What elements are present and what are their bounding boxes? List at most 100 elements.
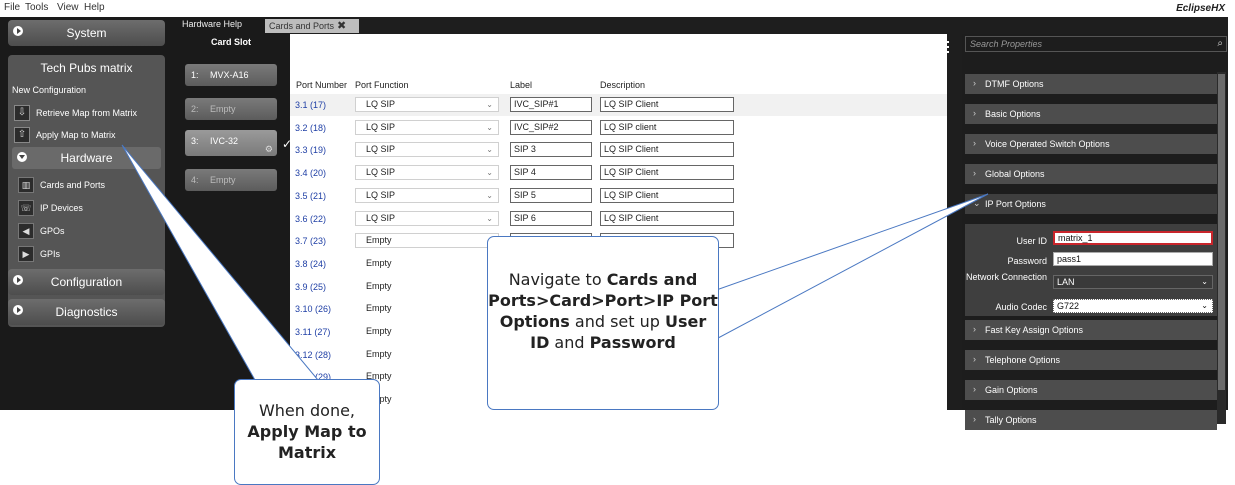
description-field[interactable]: LQ SIP Client	[600, 142, 734, 158]
table-row[interactable]: 3.6 (22) LQ SIP ⌄ SIP 6 LQ SIP Client	[290, 208, 947, 230]
tab-hardware-help[interactable]: Hardware Help	[182, 19, 242, 29]
table-row[interactable]: 3.5 (21) LQ SIP ⌄ SIP 5 LQ SIP Client	[290, 185, 947, 207]
table-row[interactable]: 3.1 (17) LQ SIP ⌄ IVC_SIP#1 LQ SIP Client	[290, 94, 947, 116]
property-group-ip-port-options[interactable]: ⌄ IP Port Options	[965, 194, 1217, 214]
port-number[interactable]: 3.12 (28)	[295, 350, 331, 360]
slot-card: MVX-A16	[210, 70, 249, 80]
property-group-fast-key-assign-options[interactable]: › Fast Key Assign Options	[965, 320, 1217, 340]
slot-card: Empty	[210, 175, 236, 185]
port-function-select[interactable]: Empty	[355, 256, 499, 271]
card-slot-2[interactable]: 2: Empty	[185, 98, 277, 120]
port-function-select[interactable]: Empty	[355, 347, 499, 362]
scroll-thumb[interactable]	[1218, 74, 1225, 390]
port-number[interactable]: 3.10 (26)	[295, 304, 331, 314]
search-icon[interactable]: ⌕	[1217, 37, 1223, 51]
property-group-label: Voice Operated Switch Options	[985, 139, 1110, 149]
property-group-label: IP Port Options	[985, 199, 1046, 209]
port-number[interactable]: 3.1 (17)	[295, 100, 326, 110]
hardware-section-header[interactable]: Hardware	[12, 147, 161, 169]
port-function-select[interactable]: Empty	[355, 324, 499, 339]
gpo-icon: ◀	[18, 223, 34, 239]
table-row[interactable]: 3.3 (19) LQ SIP ⌄ SIP 3 LQ SIP Client	[290, 139, 947, 161]
tab-cards-and-ports[interactable]: Cards and Ports ✖	[265, 19, 359, 33]
configuration-section-header[interactable]: Configuration	[8, 269, 165, 295]
menu-file[interactable]: File	[4, 2, 20, 13]
port-number[interactable]: 3.3 (19)	[295, 145, 326, 155]
property-group-dtmf-options[interactable]: › DTMF Options	[965, 74, 1217, 94]
label-field[interactable]: SIP 3	[510, 142, 592, 158]
property-group-global-options[interactable]: › Global Options	[965, 164, 1217, 184]
port-function-select[interactable]: Empty	[355, 301, 499, 316]
description-field[interactable]: LQ SIP Client	[600, 165, 734, 181]
menu-help[interactable]: Help	[84, 2, 105, 13]
port-function-value: LQ SIP	[366, 121, 396, 132]
menu-view[interactable]: View	[57, 2, 79, 13]
port-function-select[interactable]: LQ SIP ⌄	[355, 187, 499, 203]
property-group-gain-options[interactable]: › Gain Options	[965, 380, 1217, 400]
property-group-tally-options[interactable]: › Tally Options	[965, 410, 1217, 430]
description-field[interactable]: LQ SIP Client	[600, 210, 734, 226]
chevron-down-icon: ⌄	[486, 100, 493, 109]
port-function-select[interactable]: LQ SIP ⌄	[355, 142, 499, 158]
port-function-select[interactable]: LQ SIP ⌄	[355, 210, 499, 226]
callout-text: Apply Map to Matrix	[247, 422, 367, 462]
network-value: LAN	[1057, 277, 1075, 287]
chevron-down-icon: ⌄	[1201, 301, 1208, 310]
port-function-value: Empty	[366, 235, 392, 246]
properties-scrollbar[interactable]	[1217, 72, 1226, 424]
new-configuration-label[interactable]: New Configuration	[12, 85, 86, 95]
property-group-basic-options[interactable]: › Basic Options	[965, 104, 1217, 124]
diagnostics-label: Diagnostics	[55, 305, 118, 319]
chevron-right-icon: ›	[973, 384, 976, 394]
description-field[interactable]: LQ SIP client	[600, 119, 734, 135]
port-function-select[interactable]: Empty⌄	[355, 233, 499, 249]
network-connection-select[interactable]: LAN ⌄	[1053, 275, 1213, 289]
port-number[interactable]: 3.2 (18)	[295, 123, 326, 133]
port-number[interactable]: 3.4 (20)	[295, 168, 326, 178]
slot-card: IVC-32	[210, 136, 239, 146]
port-number[interactable]: 3.9 (25)	[295, 282, 326, 292]
label-field[interactable]: IVC_SIP#1	[510, 97, 592, 112]
label-field[interactable]: SIP 4	[510, 165, 592, 181]
header-description: Description	[600, 80, 646, 90]
chevron-down-icon: ⌄	[973, 198, 981, 208]
property-group-label: Telephone Options	[985, 355, 1061, 365]
port-function-select[interactable]: LQ SIP ⌄	[355, 119, 499, 135]
card-slot-1[interactable]: 1: MVX-A16	[185, 64, 277, 86]
audio-codec-select[interactable]: G722 ⌄	[1053, 299, 1213, 313]
nav-item-label: GPOs	[40, 226, 65, 236]
label-field[interactable]: SIP 5	[510, 187, 592, 203]
port-number[interactable]: 3.5 (21)	[295, 191, 326, 201]
port-number[interactable]: 3.11 (27)	[295, 327, 330, 337]
port-number[interactable]: 3.8 (24)	[295, 259, 326, 269]
user-id-field[interactable]: matrix_1	[1053, 231, 1213, 245]
card-slot-4[interactable]: 4: Empty	[185, 169, 277, 191]
label-field[interactable]: SIP 6	[510, 210, 592, 226]
port-function-select[interactable]: LQ SIP ⌄	[355, 165, 499, 181]
port-function-value: Empty	[366, 326, 392, 336]
port-function-select[interactable]: LQ SIP ⌄	[355, 97, 499, 112]
table-row[interactable]: 3.2 (18) LQ SIP ⌄ IVC_SIP#2 LQ SIP client	[290, 117, 947, 139]
password-field[interactable]: pass1	[1053, 252, 1213, 266]
chevron-right-icon: ›	[973, 108, 976, 118]
property-group-voice-operated-switch-options[interactable]: › Voice Operated Switch Options	[965, 134, 1217, 154]
description-field[interactable]: LQ SIP Client	[600, 97, 734, 112]
close-icon[interactable]: ✖	[337, 20, 346, 32]
description-field[interactable]: LQ SIP Client	[600, 187, 734, 203]
property-group-label: DTMF Options	[985, 79, 1044, 89]
property-group-telephone-options[interactable]: › Telephone Options	[965, 350, 1217, 370]
diagnostics-section-header[interactable]: Diagnostics	[8, 299, 165, 325]
system-section-header[interactable]: System	[8, 20, 165, 46]
port-function-select[interactable]: Empty	[355, 279, 499, 294]
chevron-right-icon: ›	[973, 354, 976, 364]
menu-tools[interactable]: Tools	[25, 2, 48, 13]
port-number[interactable]: 3.6 (22)	[295, 214, 326, 224]
network-connection-label: Network Connection	[965, 272, 1047, 282]
audio-codec-label: Audio Codec	[995, 302, 1047, 312]
gear-icon[interactable]: ⚙	[265, 144, 273, 155]
search-properties-input[interactable]: Search Properties ⌕	[965, 36, 1227, 52]
label-field[interactable]: IVC_SIP#2	[510, 119, 592, 135]
table-row[interactable]: 3.4 (20) LQ SIP ⌄ SIP 4 LQ SIP Client	[290, 162, 947, 184]
port-number[interactable]: 3.7 (23)	[295, 236, 326, 246]
card-slot-3[interactable]: 3: IVC-32 ⚙	[185, 130, 277, 156]
